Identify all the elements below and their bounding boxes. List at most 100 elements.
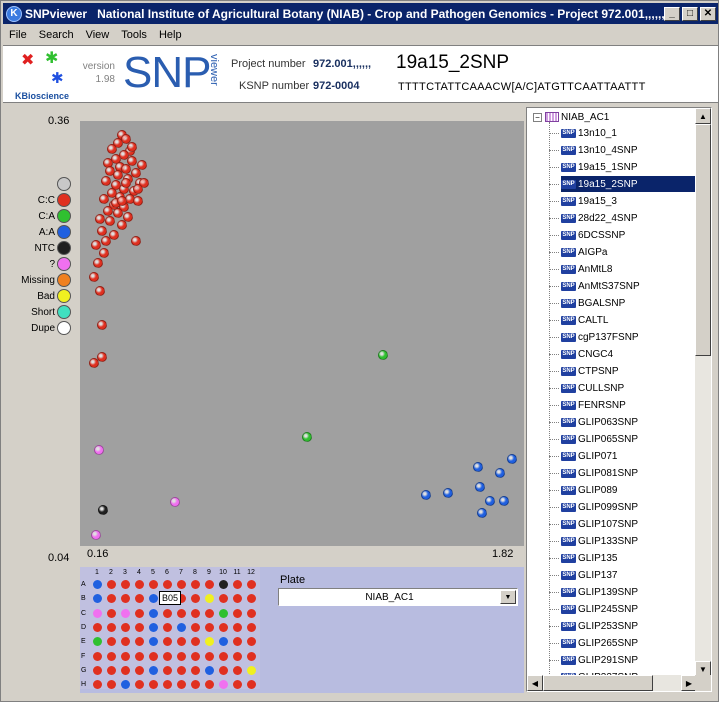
tree-item[interactable]: SNP 19a15_2SNP [561, 176, 695, 192]
tree-item[interactable]: SNP AnMtS37SNP [561, 278, 695, 294]
plate-well[interactable] [135, 608, 144, 618]
scroll-thumb-horizontal[interactable] [543, 675, 653, 691]
plate-well[interactable] [107, 580, 116, 589]
plate-well[interactable] [191, 637, 200, 647]
plate-well[interactable] [177, 680, 186, 690]
plot-point[interactable] [97, 320, 107, 330]
plate-well[interactable] [93, 637, 102, 647]
plate-well[interactable] [233, 622, 242, 632]
plot-point[interactable] [101, 236, 111, 246]
tree-item[interactable]: SNP GLIP137 [561, 567, 695, 583]
plate-well[interactable] [135, 651, 144, 661]
plot-point[interactable] [477, 508, 487, 518]
plate-well[interactable] [191, 665, 200, 675]
plot-point[interactable] [507, 454, 517, 464]
plate-well[interactable] [191, 651, 200, 661]
plot-point[interactable] [121, 178, 131, 188]
plate-well[interactable] [205, 594, 214, 604]
plate-well[interactable] [219, 608, 228, 618]
tree-item[interactable]: SNP GLIP107SNP [561, 516, 695, 532]
plate-well[interactable] [205, 637, 214, 647]
plot-point[interactable] [99, 248, 109, 258]
plate-well[interactable] [205, 651, 214, 661]
plate-well[interactable] [121, 594, 130, 604]
plot-point[interactable] [485, 496, 495, 506]
menu-help[interactable]: Help [153, 29, 188, 41]
plot-point[interactable] [495, 468, 505, 478]
plate-well[interactable] [107, 651, 116, 661]
plate-well[interactable] [177, 622, 186, 632]
plate-well[interactable] [233, 680, 242, 690]
plate-well[interactable] [135, 680, 144, 690]
plate-well[interactable] [177, 580, 186, 589]
plot-point[interactable] [93, 258, 103, 268]
plate-well[interactable] [121, 637, 130, 647]
tree-item[interactable]: SNP cgP137FSNP [561, 329, 695, 345]
plot-point[interactable] [127, 142, 137, 152]
plate-well[interactable] [177, 651, 186, 661]
maximize-button[interactable]: □ [682, 6, 698, 21]
tree-item[interactable]: SNP GLIP065SNP [561, 431, 695, 447]
plate-well[interactable] [205, 665, 214, 675]
tree-item[interactable]: SNP GLIP071 [561, 448, 695, 464]
plot-point[interactable] [97, 226, 107, 236]
plate-well-grid[interactable]: 1 2 3 4 5 6 7 8 9 10 11 12 A B C D E F G H [80, 567, 260, 690]
plate-well[interactable] [177, 637, 186, 647]
plate-well[interactable] [233, 665, 242, 675]
plate-well[interactable] [135, 580, 144, 589]
plate-well[interactable] [163, 622, 172, 632]
tree-item[interactable]: SNP 13n10_4SNP [561, 142, 695, 158]
tree-item[interactable]: SNP 19a15_1SNP [561, 159, 695, 175]
plate-well[interactable] [107, 637, 116, 647]
tree-item[interactable]: SNP GLIP081SNP [561, 465, 695, 481]
tree-item[interactable]: SNP BGALSNP [561, 295, 695, 311]
plot-point[interactable] [443, 488, 453, 498]
plot-point[interactable] [101, 176, 111, 186]
plate-well[interactable] [135, 622, 144, 632]
plot-point[interactable] [91, 530, 101, 540]
tree-item[interactable]: SNP 19a15_3 [561, 193, 695, 209]
cluster-scatter-plot[interactable] [80, 121, 524, 546]
plate-well[interactable] [205, 622, 214, 632]
plate-well[interactable] [233, 608, 242, 618]
plate-well[interactable] [163, 651, 172, 661]
plate-well[interactable] [149, 622, 158, 632]
plate-well[interactable] [149, 665, 158, 675]
plot-point[interactable] [133, 196, 143, 206]
tree-item[interactable]: SNP 13n10_1 [561, 125, 695, 141]
plate-well[interactable] [233, 637, 242, 647]
tree-horizontal-scrollbar[interactable]: ◀ ▶ [527, 675, 697, 691]
tree-item[interactable]: SNP CTPSNP [561, 363, 695, 379]
plot-point[interactable] [475, 482, 485, 492]
plot-point[interactable] [473, 462, 483, 472]
plot-point[interactable] [421, 490, 431, 500]
plate-well[interactable] [135, 637, 144, 647]
plate-well[interactable] [191, 622, 200, 632]
plate-well[interactable] [219, 580, 228, 589]
plate-well[interactable] [247, 608, 256, 618]
plate-well[interactable] [233, 594, 242, 604]
plate-well[interactable] [247, 665, 256, 675]
plate-well[interactable] [247, 622, 256, 632]
plot-point[interactable] [117, 220, 127, 230]
plot-point[interactable] [137, 160, 147, 170]
plot-point[interactable] [95, 214, 105, 224]
plate-well[interactable] [163, 580, 172, 589]
menu-tools[interactable]: Tools [115, 29, 153, 41]
tree-item[interactable]: SNP GLIP253SNP [561, 618, 695, 634]
plot-point[interactable] [98, 505, 108, 515]
plate-well[interactable] [247, 651, 256, 661]
plate-well[interactable] [149, 651, 158, 661]
menu-view[interactable]: View [80, 29, 116, 41]
plot-point[interactable] [95, 286, 105, 296]
plot-point[interactable] [499, 496, 509, 506]
plate-well[interactable] [135, 594, 144, 604]
chevron-down-icon[interactable]: ▼ [500, 590, 516, 604]
plate-well[interactable] [107, 665, 116, 675]
plot-point[interactable] [94, 445, 104, 455]
close-button[interactable]: ✕ [700, 6, 716, 21]
plot-point[interactable] [378, 350, 388, 360]
plate-well[interactable] [163, 665, 172, 675]
plate-select[interactable]: NIAB_AC1 ▼ [278, 588, 518, 606]
plate-well[interactable] [135, 665, 144, 675]
